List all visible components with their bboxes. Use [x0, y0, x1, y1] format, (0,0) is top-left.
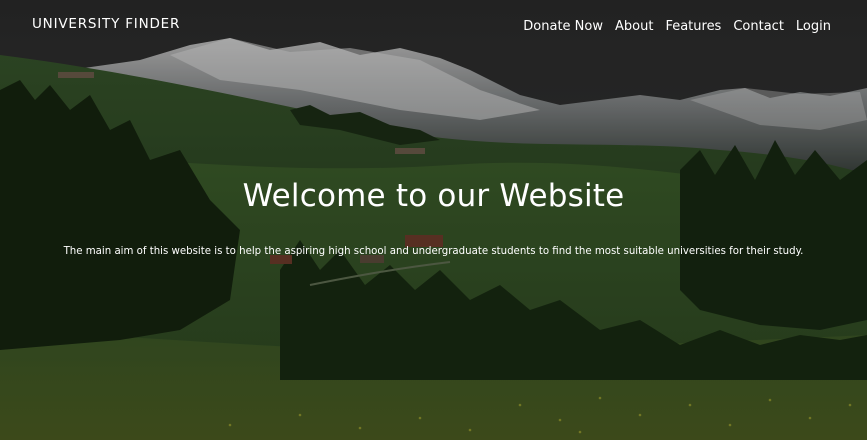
nav-item-login: Login: [796, 15, 831, 34]
nav-item-contact: Contact: [733, 15, 784, 34]
brand-logo[interactable]: UNIVERSITY FINDER: [32, 16, 180, 32]
hero-title: Welcome to our Website: [242, 178, 625, 214]
nav-item-about: About: [615, 15, 653, 34]
hero-section: UNIVERSITY FINDER Donate Now About Featu…: [0, 0, 867, 440]
nav-link-login[interactable]: Login: [796, 19, 831, 34]
nav-link-contact[interactable]: Contact: [733, 19, 784, 34]
nav-link-features[interactable]: Features: [665, 19, 721, 34]
navbar: UNIVERSITY FINDER Donate Now About Featu…: [0, 0, 867, 48]
hero-content: Welcome to our Website The main aim of t…: [0, 170, 867, 260]
hero-description: The main aim of this website is to help …: [63, 246, 804, 257]
nav-links: Donate Now About Features Contact Login: [523, 15, 831, 34]
nav-item-features: Features: [665, 15, 721, 34]
nav-link-donate-now[interactable]: Donate Now: [523, 19, 603, 34]
nav-link-about[interactable]: About: [615, 19, 653, 34]
nav-item-donate-now: Donate Now: [523, 15, 603, 34]
